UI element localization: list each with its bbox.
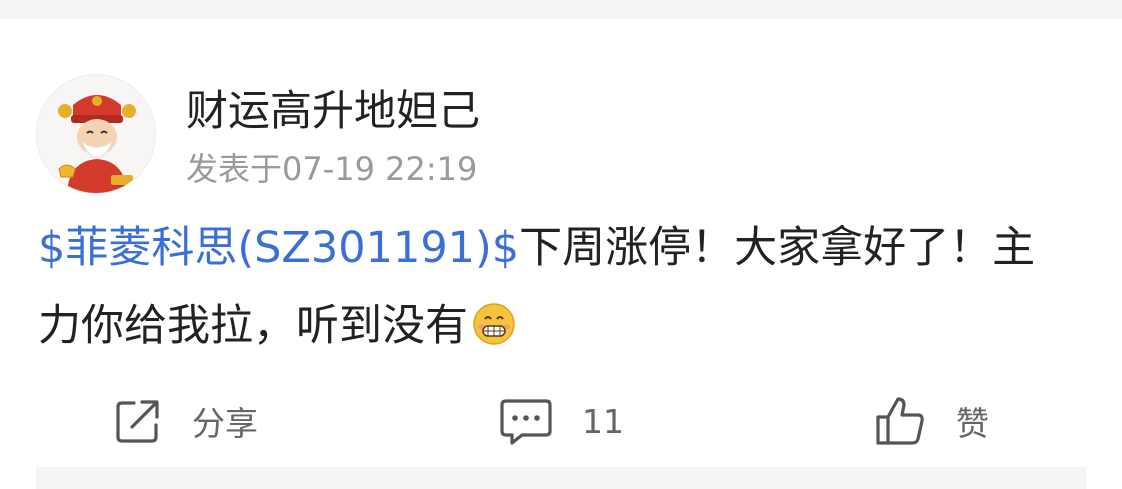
user-avatar[interactable] [36,74,156,194]
post-timestamp: 发表于07-19 22:19 [186,150,478,188]
like-label: 赞 [956,404,989,443]
share-icon [116,400,159,443]
comment-icon [500,399,552,445]
stock-tag-link[interactable]: $菲菱科思(SZ301191)$ [38,223,519,273]
thumbs-up-icon [876,397,924,445]
share-label: 分享 [192,404,258,443]
like-button[interactable]: 赞 [874,393,989,449]
post-card: 财运高升地妲己 发表于07-19 22:19 $菲菱科思(SZ301191)$下… [0,19,1122,489]
god-of-wealth-avatar-icon [58,95,136,193]
post-content: $菲菱科思(SZ301191)$下周涨停！大家拿好了！主力你给我拉，听到没有 [38,209,1048,371]
divider-bar [36,467,1086,489]
comment-count: 11 [582,401,624,441]
comment-button[interactable]: 11 [500,393,624,449]
username[interactable]: 财运高升地妲己 [186,86,480,136]
share-button[interactable]: 分享 [114,393,258,449]
grinning-face-emoji-icon [472,293,516,371]
